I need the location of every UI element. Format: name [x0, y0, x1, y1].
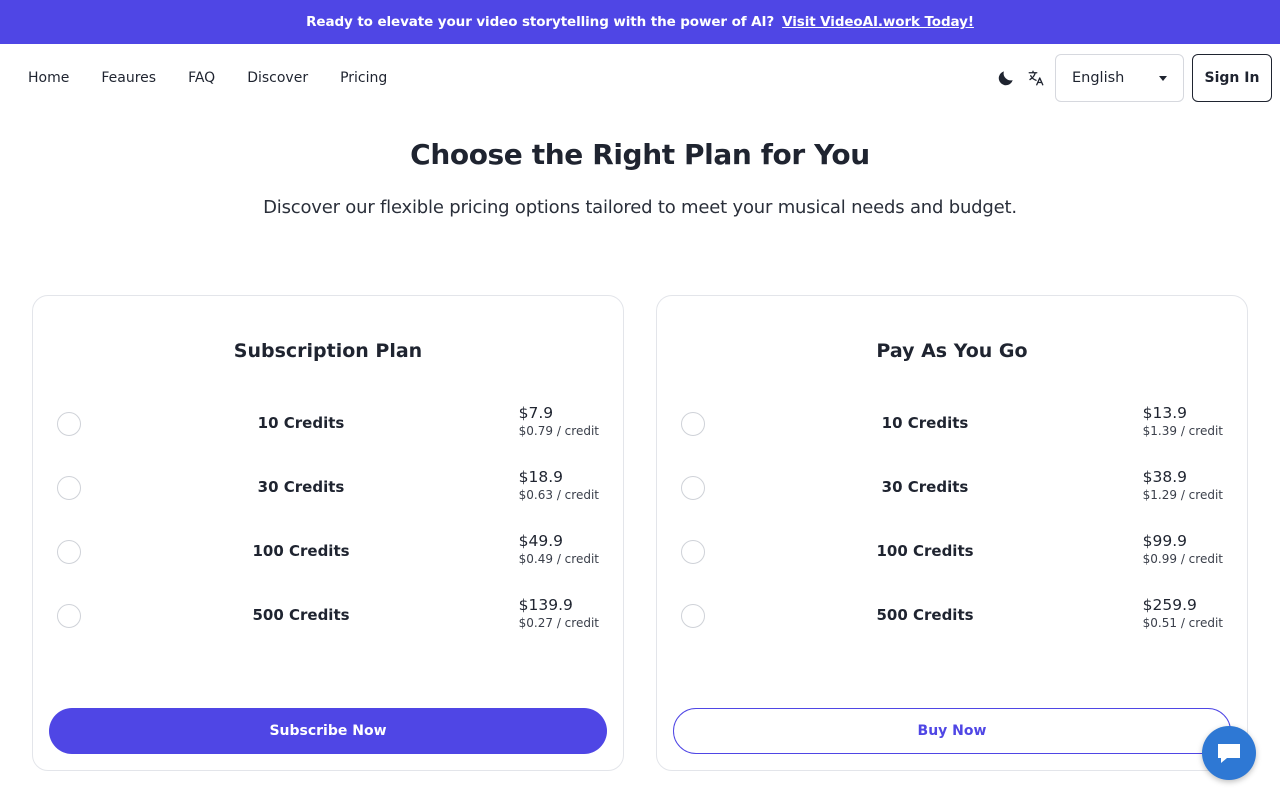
plan-option[interactable]: 500 Credits $139.9 $0.27 / credit — [33, 596, 623, 636]
credits-label: 500 Credits — [252, 606, 350, 624]
radio-button[interactable] — [57, 476, 81, 500]
price-block: $7.9 $0.79 / credit — [519, 404, 599, 438]
price-block: $18.9 $0.63 / credit — [519, 468, 599, 502]
radio-button[interactable] — [57, 412, 81, 436]
price: $139.9 — [518, 596, 573, 614]
credits-label: 10 Credits — [881, 414, 969, 432]
subscribe-now-button[interactable]: Subscribe Now — [49, 708, 607, 754]
card-title: Pay As You Go — [876, 340, 1028, 362]
price-block: $139.9 $0.27 / credit — [519, 596, 599, 630]
credits-label: 100 Credits — [876, 542, 974, 560]
plan-option[interactable]: 100 Credits $49.9 $0.49 / credit — [33, 532, 623, 572]
price: $13.9 — [1142, 404, 1188, 422]
nav-links: Home Feaures FAQ Discover Pricing — [28, 70, 387, 86]
price: $7.9 — [518, 404, 554, 422]
credits-label: 30 Credits — [257, 478, 345, 496]
plan-option[interactable]: 30 Credits $18.9 $0.63 / credit — [33, 468, 623, 508]
price-per-credit: $0.49 / credit — [518, 552, 599, 566]
price-block: $259.9 $0.51 / credit — [1143, 596, 1223, 630]
radio-button[interactable] — [57, 540, 81, 564]
price-per-credit: $0.99 / credit — [1142, 552, 1223, 566]
nav-actions: English Sign In — [995, 54, 1272, 102]
price-per-credit: $1.29 / credit — [1142, 488, 1223, 502]
price-block: $38.9 $1.29 / credit — [1143, 468, 1223, 502]
promo-banner: Ready to elevate your video storytelling… — [0, 0, 1280, 44]
plan-option[interactable]: 100 Credits $99.9 $0.99 / credit — [657, 532, 1247, 572]
subscription-plan-card: Subscription Plan 10 Credits $7.9 $0.79 … — [32, 295, 624, 771]
language-value: English — [1072, 70, 1125, 86]
plan-option[interactable]: 10 Credits $13.9 $1.39 / credit — [657, 404, 1247, 444]
radio-button[interactable] — [681, 412, 705, 436]
price: $99.9 — [1142, 532, 1188, 550]
card-title: Subscription Plan — [233, 340, 423, 362]
price-block: $49.9 $0.49 / credit — [519, 532, 599, 566]
price-per-credit: $1.39 / credit — [1142, 424, 1223, 438]
page-title: Choose the Right Plan for You — [410, 138, 870, 171]
plan-option[interactable]: 500 Credits $259.9 $0.51 / credit — [657, 596, 1247, 636]
price-per-credit: $0.51 / credit — [1142, 616, 1223, 630]
language-select[interactable]: English — [1055, 54, 1184, 102]
nav-pricing[interactable]: Pricing — [340, 70, 387, 86]
price-block: $13.9 $1.39 / credit — [1143, 404, 1223, 438]
price: $38.9 — [1142, 468, 1188, 486]
chat-icon[interactable] — [1202, 726, 1256, 780]
banner-link[interactable]: Visit VideoAI.work Today! — [782, 14, 974, 30]
credits-label: 100 Credits — [252, 542, 350, 560]
translate-icon[interactable] — [1025, 67, 1047, 89]
price-per-credit: $0.27 / credit — [518, 616, 599, 630]
chevron-down-icon — [1159, 75, 1167, 81]
buy-now-button[interactable]: Buy Now — [673, 708, 1231, 754]
radio-button[interactable] — [57, 604, 81, 628]
radio-button[interactable] — [681, 540, 705, 564]
plan-option[interactable]: 30 Credits $38.9 $1.29 / credit — [657, 468, 1247, 508]
radio-button[interactable] — [681, 604, 705, 628]
top-nav: Home Feaures FAQ Discover Pricing Englis… — [0, 44, 1280, 112]
price: $18.9 — [518, 468, 564, 486]
price-per-credit: $0.79 / credit — [518, 424, 599, 438]
price: $49.9 — [518, 532, 564, 550]
sign-in-button[interactable]: Sign In — [1192, 54, 1272, 102]
moon-icon[interactable] — [995, 67, 1017, 89]
nav-discover[interactable]: Discover — [247, 70, 308, 86]
plan-option[interactable]: 10 Credits $7.9 $0.79 / credit — [33, 404, 623, 444]
pay-as-you-go-card: Pay As You Go 10 Credits $13.9 $1.39 / c… — [656, 295, 1248, 771]
price: $259.9 — [1142, 596, 1197, 614]
price-per-credit: $0.63 / credit — [518, 488, 599, 502]
radio-button[interactable] — [681, 476, 705, 500]
price-block: $99.9 $0.99 / credit — [1143, 532, 1223, 566]
nav-home[interactable]: Home — [28, 70, 69, 86]
credits-label: 10 Credits — [257, 414, 345, 432]
credits-label: 30 Credits — [881, 478, 969, 496]
banner-text: Ready to elevate your video storytelling… — [306, 14, 775, 30]
credits-label: 500 Credits — [876, 606, 974, 624]
nav-faq[interactable]: FAQ — [188, 70, 215, 86]
page-subtitle: Discover our flexible pricing options ta… — [263, 197, 1017, 218]
nav-features[interactable]: Feaures — [101, 70, 156, 86]
